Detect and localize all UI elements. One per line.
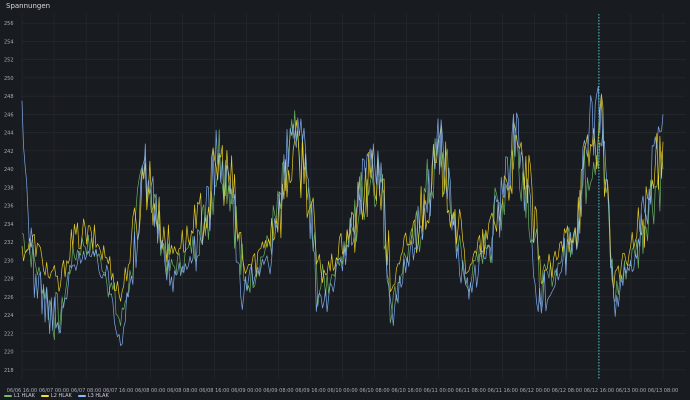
y-tick-label: 228 — [4, 277, 14, 283]
x-tick-label: 06/12 16:00 — [584, 388, 614, 394]
legend-item[interactable]: L2 HLAK — [40, 392, 72, 399]
y-tick-label: 236 — [4, 204, 14, 210]
x-tick-label: 06/09 16:00 — [295, 388, 325, 394]
y-tick-label: 248 — [4, 94, 14, 100]
y-tick-label: 238 — [4, 185, 14, 191]
legend-swatch — [4, 394, 12, 397]
panel-title: Spannungen — [6, 2, 51, 10]
x-tick-label: 06/13 00:00 — [616, 388, 646, 394]
legend-item[interactable]: L3 HLAK — [77, 392, 109, 399]
x-tick-label: 06/08 00:00 — [135, 388, 165, 394]
y-tick-label: 234 — [4, 222, 14, 228]
x-tick-label: 06/11 00:00 — [423, 388, 453, 394]
x-tick-label: 06/09 08:00 — [263, 388, 293, 394]
chart-panel: 218 220 222 224 226 228 230 232 234 236 238 240 242 2… — [0, 0, 690, 400]
x-tick-label: 06/09 00:00 — [231, 388, 261, 394]
y-tick-label: 250 — [4, 76, 14, 82]
line-chart[interactable]: 218 220 222 224 226 228 230 232 234 236 238 240 242 2… — [0, 0, 690, 400]
x-tick-label: 06/08 08:00 — [167, 388, 197, 394]
y-tick-label: 242 — [4, 149, 14, 155]
legend-swatch — [40, 394, 49, 397]
y-tick-label: 226 — [4, 295, 14, 301]
legend-item[interactable]: L1 HLAK — [4, 393, 35, 399]
x-tick-label: 06/11 08:00 — [455, 388, 485, 394]
x-tick-label: 06/11 16:00 — [488, 388, 518, 394]
x-tick-label: 06/10 16:00 — [391, 388, 421, 394]
y-tick-label: 218 — [4, 368, 14, 374]
x-tick-label: 06/10 00:00 — [327, 388, 357, 394]
legend-label: L2 HLAK — [50, 392, 72, 399]
y-tick-label: 240 — [4, 167, 14, 173]
x-tick-label: 06/08 16:00 — [199, 388, 229, 394]
y-tick-label: 256 — [4, 21, 14, 27]
legend: L1 HLAK L2 HLAK L3 HLAK — [4, 391, 109, 400]
legend-label: L1 HLAK — [14, 392, 35, 399]
legend-label: L3 HLAK — [87, 392, 109, 399]
y-tick-label: 230 — [4, 258, 14, 264]
y-tick-label: 254 — [4, 39, 14, 45]
y-tick-label: 220 — [4, 350, 14, 356]
y-tick-label: 224 — [4, 313, 14, 319]
legend-swatch — [77, 394, 86, 397]
x-tick-label: 06/12 08:00 — [552, 388, 582, 394]
x-tick-label: 06/12 00:00 — [520, 388, 550, 394]
x-tick-label: 06/13 08:00 — [648, 388, 678, 394]
y-tick-label: 252 — [4, 58, 14, 64]
y-tick-label: 232 — [4, 240, 14, 246]
y-tick-label: 244 — [4, 131, 14, 137]
x-tick-label: 06/10 08:00 — [359, 388, 389, 394]
y-tick-label: 222 — [4, 331, 14, 337]
y-tick-label: 246 — [4, 112, 14, 118]
